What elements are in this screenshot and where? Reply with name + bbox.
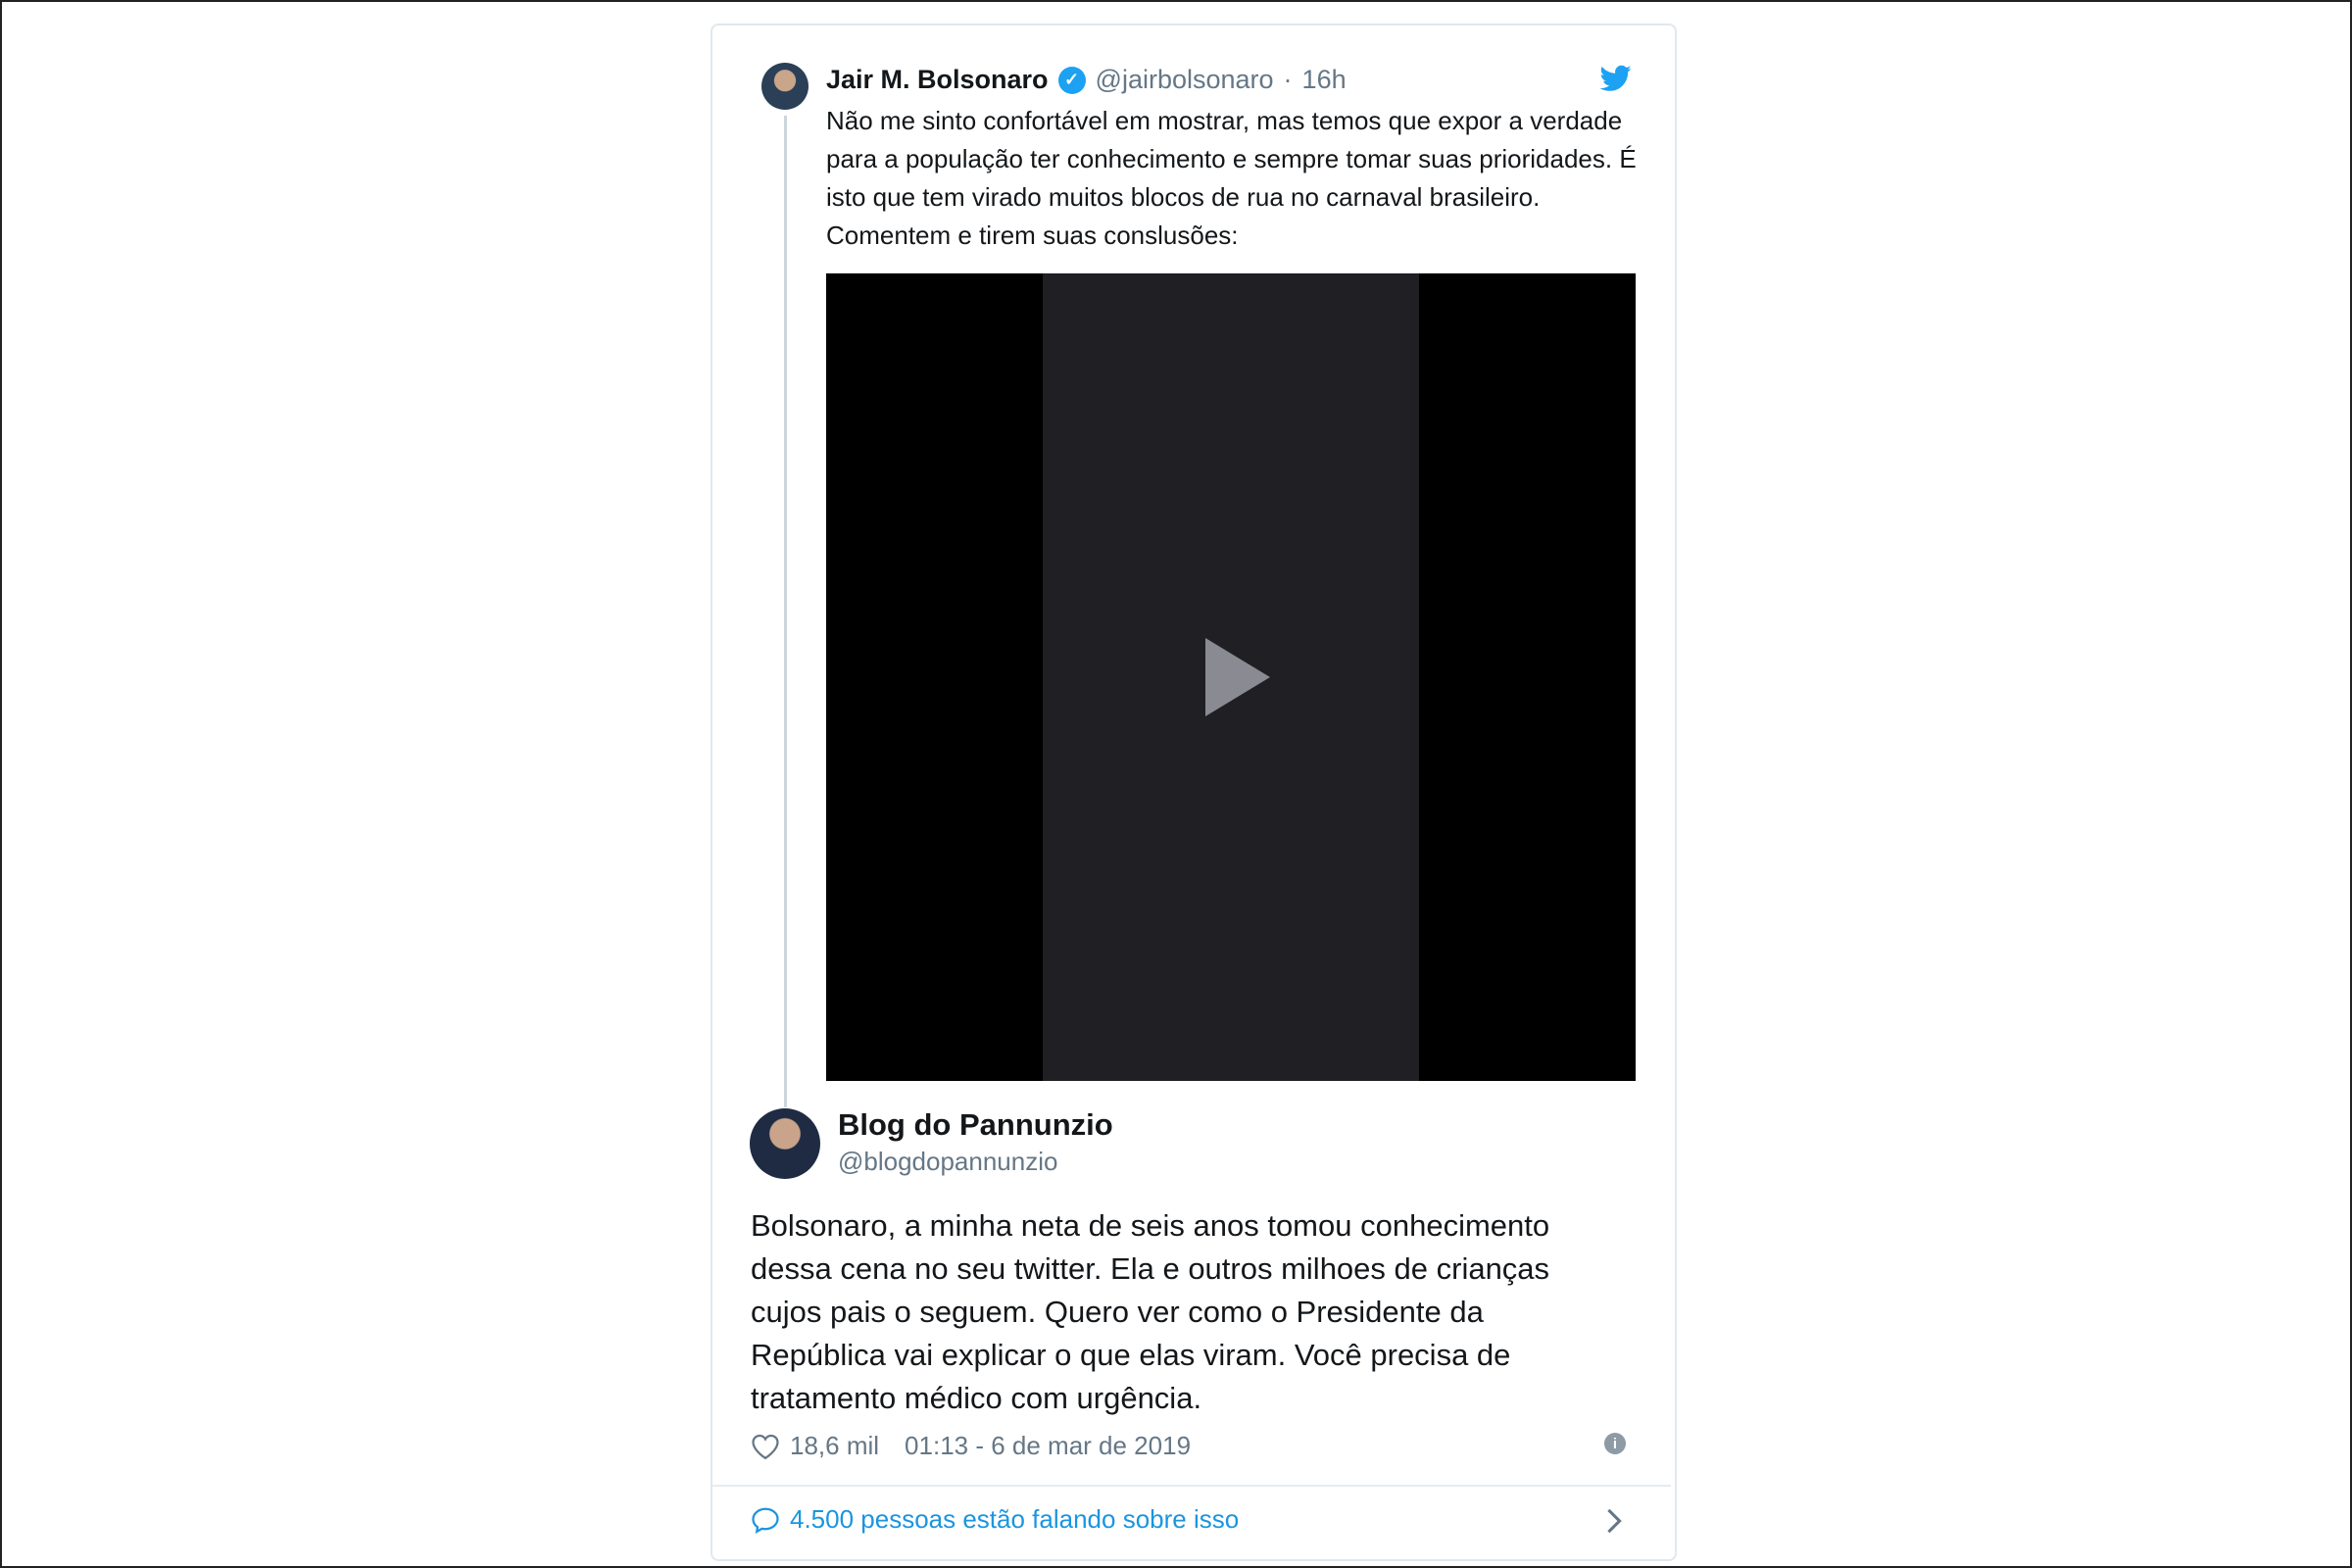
- verified-icon: ✓: [1057, 66, 1086, 94]
- video-placeholder[interactable]: [1043, 273, 1419, 1081]
- conversation-link[interactable]: 4.500 pessoas estão falando sobre isso: [751, 1504, 1239, 1535]
- tweet-timestamp[interactable]: 01:13 - 6 de mar de 2019: [905, 1431, 1191, 1461]
- chevron-right-icon[interactable]: [1605, 1507, 1623, 1535]
- quoted-author-avatar[interactable]: [761, 63, 808, 110]
- heart-icon[interactable]: [751, 1433, 780, 1460]
- thread-line: [784, 116, 787, 1107]
- tweet-meta: 18,6 mil 01:13 - 6 de mar de 2019: [751, 1431, 1191, 1461]
- quoted-tweet-video[interactable]: [826, 273, 1636, 1081]
- reply-icon: [752, 1507, 779, 1534]
- like-count[interactable]: 18,6 mil: [790, 1431, 879, 1461]
- quoted-author-name[interactable]: Jair M. Bolsonaro: [826, 65, 1049, 95]
- author-avatar[interactable]: [750, 1108, 820, 1179]
- play-icon[interactable]: [1205, 638, 1270, 716]
- author-handle[interactable]: @blogdopannunzio: [838, 1147, 1057, 1177]
- quoted-tweet-text: Não me sinto confortável em mostrar, mas…: [826, 106, 1637, 250]
- header-separator: ·: [1283, 65, 1293, 94]
- twitter-bird-icon[interactable]: [1600, 65, 1632, 92]
- quoted-tweet-header: Jair M. Bolsonaro ✓ @jairbolsonaro · 16h: [826, 65, 1347, 95]
- tweet-text: Bolsonaro, a minha neta de seis anos tom…: [751, 1208, 1550, 1415]
- info-icon[interactable]: i: [1604, 1433, 1626, 1454]
- divider: [712, 1485, 1671, 1487]
- quoted-author-handle[interactable]: @jairbolsonaro: [1096, 65, 1274, 95]
- conversation-link-label[interactable]: 4.500 pessoas estão falando sobre isso: [790, 1504, 1239, 1535]
- quoted-tweet-time[interactable]: 16h: [1302, 65, 1347, 95]
- author-name[interactable]: Blog do Pannunzio: [838, 1107, 1113, 1143]
